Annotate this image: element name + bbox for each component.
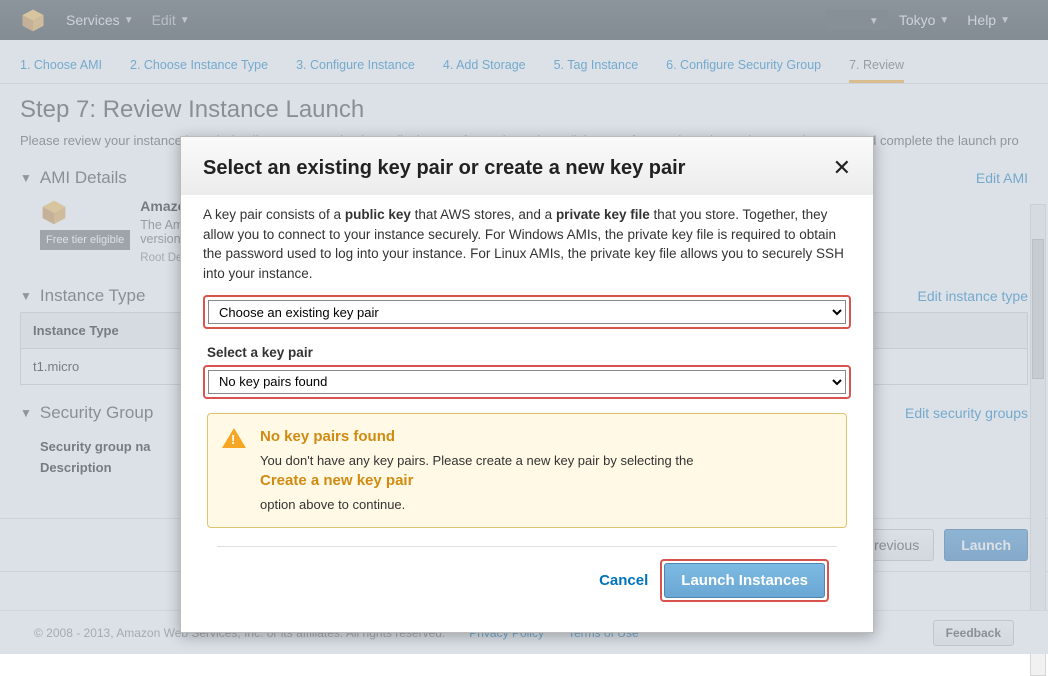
launch-instances-highlight: Launch Instances: [660, 559, 829, 602]
key-pair-select-highlight: No key pairs found: [203, 365, 851, 399]
close-icon[interactable]: ✕: [833, 155, 851, 181]
modal-cancel-link[interactable]: Cancel: [599, 570, 648, 592]
select-key-pair-label: Select a key pair: [207, 343, 851, 363]
key-pair-mode-select[interactable]: Choose an existing key pair: [208, 300, 846, 324]
launch-instances-button[interactable]: Launch Instances: [664, 563, 825, 598]
warning-icon: [222, 428, 246, 448]
modal-description: A key pair consists of a public key that…: [203, 205, 851, 283]
alert-title: No key pairs found: [260, 426, 693, 448]
modal-title: Select an existing key pair or create a …: [203, 157, 833, 180]
key-pair-mode-highlight: Choose an existing key pair: [203, 295, 851, 329]
key-pair-modal: Select an existing key pair or create a …: [180, 136, 874, 633]
no-key-pairs-alert: No key pairs found You don't have any ke…: [207, 413, 847, 528]
key-pair-select[interactable]: No key pairs found: [208, 370, 846, 394]
